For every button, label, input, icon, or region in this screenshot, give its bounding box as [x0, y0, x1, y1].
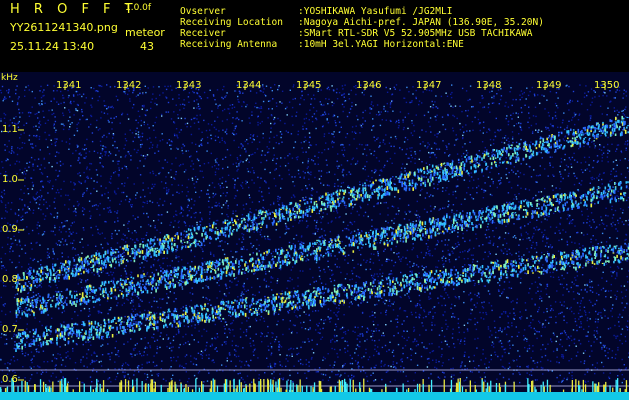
app-version: 1.0.0f [125, 3, 152, 13]
freq-label: 1.0 [2, 174, 18, 185]
time-label: 1341 [56, 80, 82, 91]
time-label: 1342 [116, 80, 142, 91]
freq-label: 0.8 [2, 274, 18, 285]
app-brand: H R O F F T [10, 2, 138, 17]
time-label: 1348 [476, 80, 502, 91]
station-row-antenna: Receiving Antenna:10mH 3el.YAGI Horizont… [180, 39, 464, 50]
header-panel: H R O F F T 1.0.0f YY2611241340.png mete… [0, 0, 629, 72]
image-filename: YY2611241340.png [10, 21, 118, 34]
capture-datetime: 25.11.24 13:40 [10, 40, 95, 53]
station-row-receiver: Receiver:SMart RTL-SDR V5 52.905MHz USB … [180, 28, 533, 39]
spectrogram [0, 72, 629, 400]
time-label: 1349 [536, 80, 562, 91]
freq-label: 0.6 [2, 374, 18, 385]
freq-label: 0.7 [2, 324, 18, 335]
time-label: 1350 [594, 80, 620, 91]
time-label: 1344 [236, 80, 262, 91]
station-row-observer: Ovserver:YOSHIKAWA Yasufumi /JG2MLI [180, 6, 453, 17]
meteor-label: meteor [125, 26, 165, 39]
station-row-location: Receiving Location:Nagoya Aichi-pref. JA… [180, 17, 544, 28]
freq-label: 1.1 [2, 124, 18, 135]
spectrogram-canvas [0, 84, 629, 400]
meteor-count: 43 [140, 40, 154, 53]
axis-unit: kHz [1, 73, 18, 83]
time-label: 1346 [356, 80, 382, 91]
freq-label: 0.9 [2, 224, 18, 235]
time-label: 1345 [296, 80, 322, 91]
time-label: 1347 [416, 80, 442, 91]
station-info: Ovserver:YOSHIKAWA Yasufumi /JG2MLI Rece… [180, 6, 544, 50]
time-label: 1343 [176, 80, 202, 91]
